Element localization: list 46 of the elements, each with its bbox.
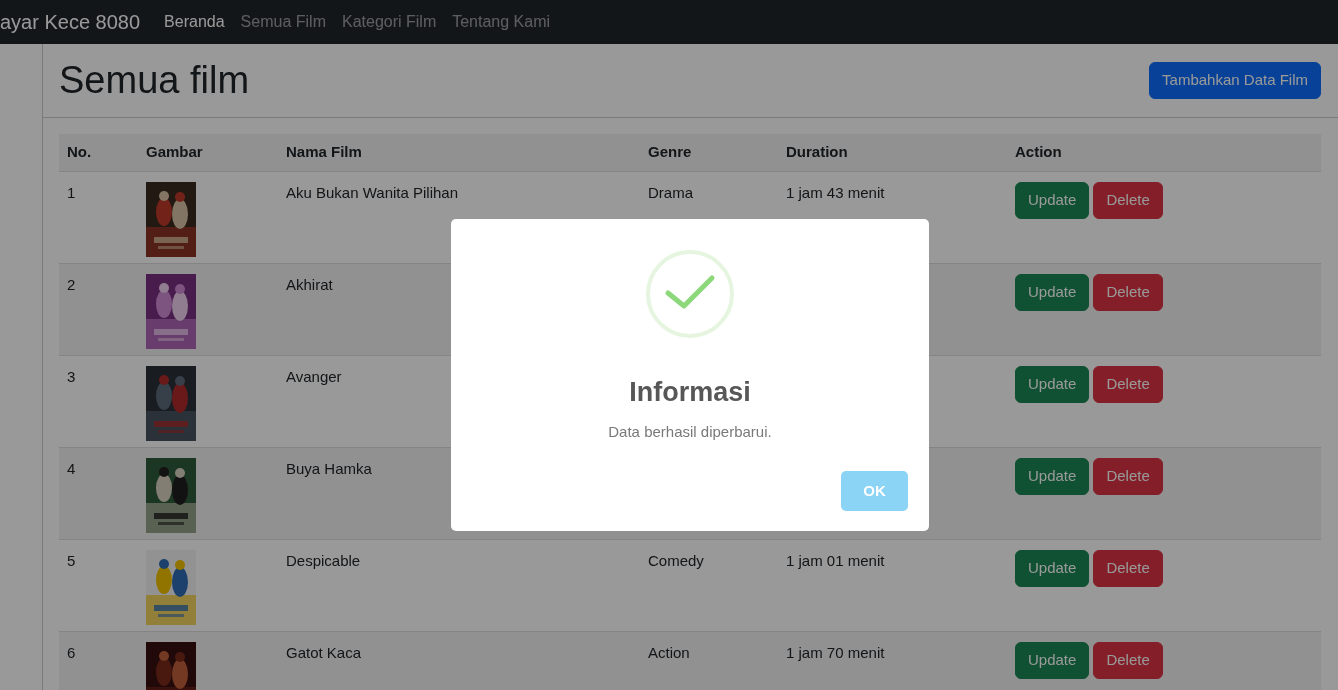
row-number: 5	[67, 552, 76, 569]
update-button[interactable]: Update	[1015, 274, 1090, 311]
delete-button[interactable]: Delete	[1093, 642, 1163, 679]
delete-button[interactable]: Delete	[1093, 366, 1163, 403]
row-number: 2	[67, 276, 76, 293]
column-header: No.	[66, 142, 93, 163]
row-number: 4	[67, 460, 76, 477]
dialog-title: Informasi	[629, 376, 751, 409]
film-genre: Comedy	[648, 552, 704, 569]
film-duration: 1 jam 70 menit	[786, 644, 885, 661]
film-name: Avanger	[286, 368, 342, 385]
film-name: Aku Bukan Wanita Pilihan	[286, 184, 459, 201]
nav-link[interactable]: Tentang Kami	[452, 10, 551, 34]
film-name: Akhirat	[286, 276, 333, 293]
column-header: Action	[1014, 142, 1063, 163]
film-name: Gatot Kaca	[286, 644, 362, 661]
row-number: 6	[67, 644, 76, 661]
add-film-button[interactable]: Tambahkan Data Film	[1149, 62, 1321, 99]
update-button[interactable]: Update	[1015, 550, 1090, 587]
film-name: Despicable	[286, 552, 361, 569]
update-button[interactable]: Update	[1015, 366, 1090, 403]
delete-button[interactable]: Delete	[1093, 550, 1163, 587]
row-number: 3	[67, 368, 76, 385]
dialog-message: Data berhasil diperbarui.	[608, 421, 772, 442]
update-button[interactable]: Update	[1015, 642, 1090, 679]
delete-button[interactable]: Delete	[1093, 182, 1163, 219]
update-button[interactable]: Update	[1015, 182, 1090, 219]
delete-button[interactable]: Delete	[1093, 458, 1163, 495]
nav-link[interactable]: Beranda	[164, 10, 225, 34]
column-header: Nama Film	[285, 142, 363, 163]
film-genre: Drama	[648, 184, 693, 201]
film-duration: 1 jam 01 menit	[786, 552, 885, 569]
column-header: Genre	[647, 142, 693, 163]
film-genre: Action	[648, 644, 690, 661]
row-number: 1	[67, 184, 76, 201]
nav-link[interactable]: Kategori Film	[341, 10, 437, 34]
film-duration: 1 jam 43 menit	[786, 184, 885, 201]
column-header: Gambar	[145, 142, 204, 163]
nav-link[interactable]: Semua Film	[240, 10, 326, 34]
delete-button[interactable]: Delete	[1093, 274, 1163, 311]
column-header: Duration	[785, 142, 849, 163]
brand-name[interactable]: ayar Kece 8080	[0, 7, 141, 37]
success-check-icon	[646, 250, 734, 338]
update-button[interactable]: Update	[1015, 458, 1090, 495]
film-name: Buya Hamka	[286, 460, 372, 477]
page-title: Semua film	[59, 57, 250, 103]
